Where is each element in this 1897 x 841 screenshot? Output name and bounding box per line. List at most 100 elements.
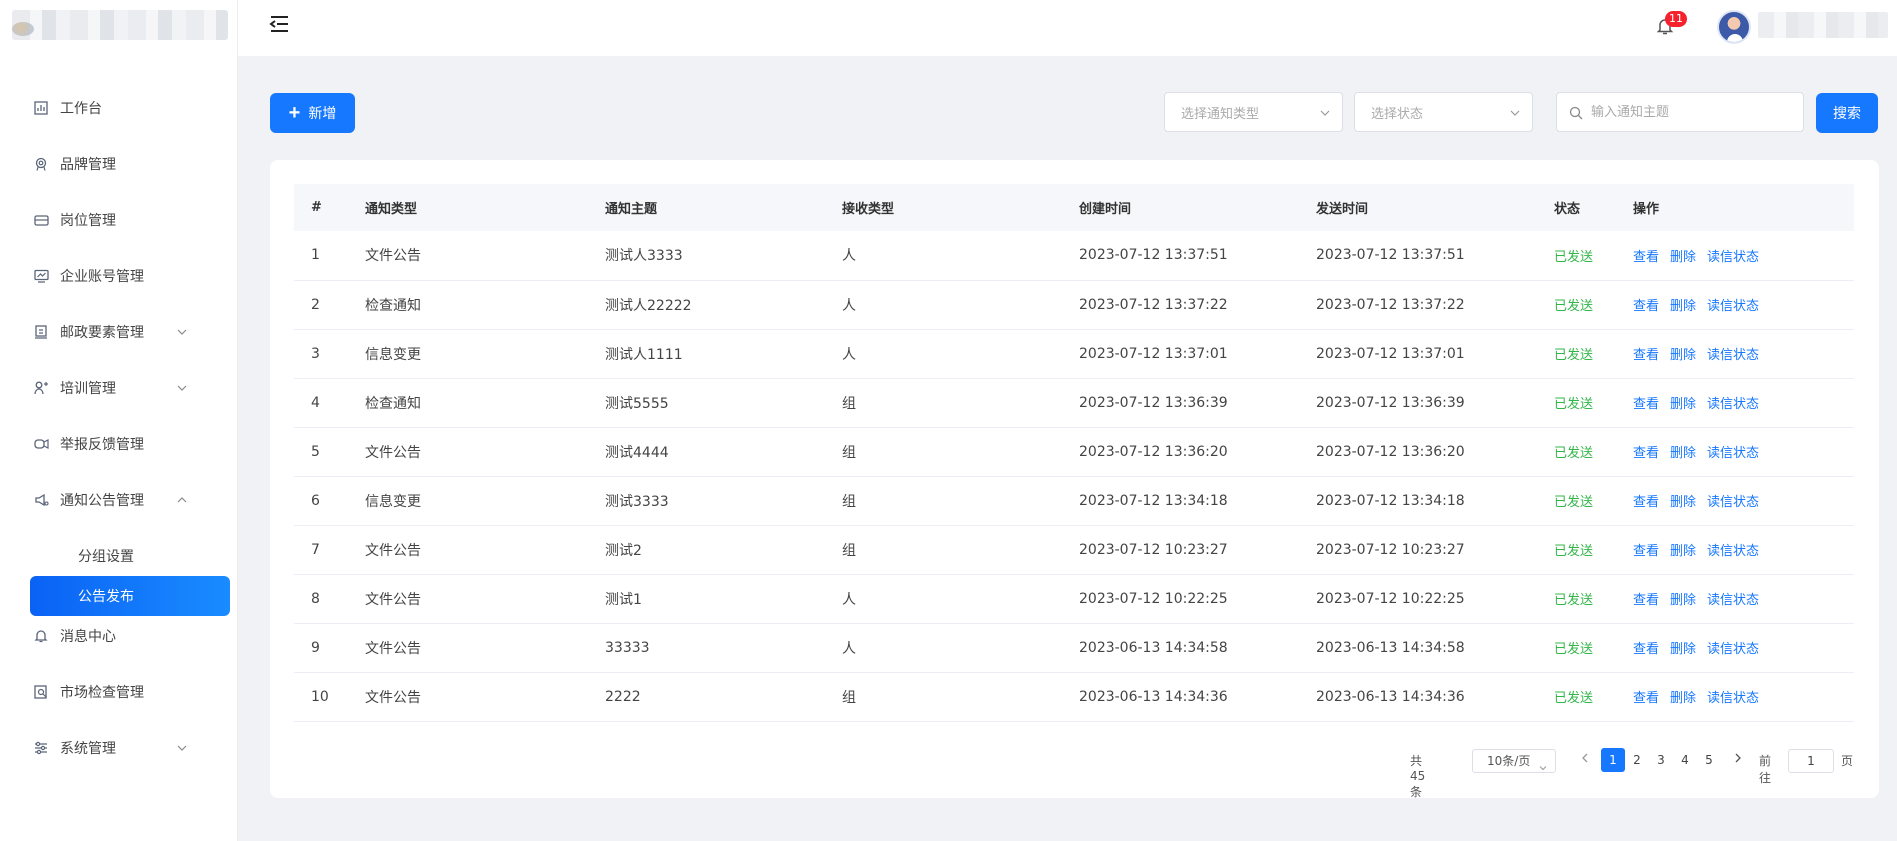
notification-badge: 11 bbox=[1665, 11, 1687, 27]
read-status-link[interactable]: 读信状态 bbox=[1707, 544, 1759, 559]
read-status-link[interactable]: 读信状态 bbox=[1707, 642, 1759, 657]
cell-index-cell: 5 bbox=[294, 427, 365, 476]
read-status-link[interactable]: 读信状态 bbox=[1707, 495, 1759, 510]
cell-actions: 查看 删除 读信状态 bbox=[1633, 672, 1854, 721]
cell-status-cell: 已发送 bbox=[1554, 623, 1633, 672]
read-status-link[interactable]: 读信状态 bbox=[1707, 299, 1759, 314]
delete-link[interactable]: 删除 bbox=[1670, 397, 1696, 412]
cell-receiver-type-cell: 组 bbox=[842, 476, 1079, 525]
delete-link[interactable]: 删除 bbox=[1670, 691, 1696, 706]
cell-receiver-type: 人 bbox=[842, 591, 856, 608]
sidebar-subitem-label: 公告发布 bbox=[78, 589, 134, 605]
username-blurred[interactable] bbox=[1758, 12, 1888, 38]
sidebar-item-workbench[interactable]: 工作台 bbox=[0, 88, 238, 128]
view-link[interactable]: 查看 bbox=[1633, 299, 1659, 314]
sidebar-item-market-inspection[interactable]: 市场检查管理 bbox=[0, 672, 238, 712]
cell-receiver-type: 组 bbox=[842, 542, 856, 559]
read-status-link[interactable]: 读信状态 bbox=[1707, 348, 1759, 363]
cell-receiver-type-cell: 人 bbox=[842, 280, 1079, 329]
sidebar-item-enterprise-account[interactable]: 企业账号管理 bbox=[0, 256, 238, 296]
read-status-link[interactable]: 读信状态 bbox=[1707, 691, 1759, 706]
page-number[interactable]: 5 bbox=[1697, 748, 1721, 772]
read-status-link[interactable]: 读信状态 bbox=[1707, 593, 1759, 608]
menu-fold-icon[interactable] bbox=[268, 14, 290, 34]
cell-subject-cell: 测试3333 bbox=[605, 476, 842, 525]
search-button[interactable]: 搜索 bbox=[1816, 93, 1878, 133]
read-status-link[interactable]: 读信状态 bbox=[1707, 250, 1759, 265]
sidebar-item-announcement[interactable]: 通知公告管理 bbox=[0, 480, 238, 520]
notice-type-select[interactable]: 选择通知类型 bbox=[1164, 92, 1343, 132]
sidebar-item-brand[interactable]: 品牌管理 bbox=[0, 144, 238, 184]
view-link[interactable]: 查看 bbox=[1633, 397, 1659, 412]
cell-subject-cell: 测试人22222 bbox=[605, 280, 842, 329]
cell-notice-type: 文件公告 bbox=[365, 248, 421, 265]
page-number[interactable]: 2 bbox=[1625, 748, 1649, 772]
delete-link[interactable]: 删除 bbox=[1670, 348, 1696, 363]
delete-link[interactable]: 删除 bbox=[1670, 642, 1696, 657]
view-link[interactable]: 查看 bbox=[1633, 642, 1659, 657]
page-size-select[interactable]: 10条/页 bbox=[1472, 749, 1556, 773]
cell-subject: 测试人22222 bbox=[605, 297, 692, 314]
sidebar-item-report-feedback[interactable]: 举报反馈管理 bbox=[0, 424, 238, 464]
cell-sent-time: 2023-06-13 14:34:58 bbox=[1316, 639, 1465, 656]
sidebar-item-label: 品牌管理 bbox=[60, 157, 116, 173]
cell-index: 1 bbox=[311, 247, 320, 264]
view-link[interactable]: 查看 bbox=[1633, 544, 1659, 559]
delete-link[interactable]: 删除 bbox=[1670, 495, 1696, 510]
read-status-link[interactable]: 读信状态 bbox=[1707, 446, 1759, 461]
column-header: 操作 bbox=[1633, 202, 1660, 217]
status-select-placeholder: 选择状态 bbox=[1371, 106, 1424, 122]
view-link[interactable]: 查看 bbox=[1633, 593, 1659, 608]
cell-receiver-type: 组 bbox=[842, 444, 856, 461]
view-link[interactable]: 查看 bbox=[1633, 446, 1659, 461]
cell-status: 已发送 bbox=[1554, 593, 1594, 608]
sidebar-item-system[interactable]: 系统管理 bbox=[0, 728, 238, 768]
table-row: 3 信息变更 测试人1111 人 2023-07-12 13:37:01 2023-07-… bbox=[294, 329, 1854, 378]
add-button[interactable]: + 新增 bbox=[270, 93, 355, 133]
cell-status: 已发送 bbox=[1554, 691, 1594, 706]
view-link[interactable]: 查看 bbox=[1633, 691, 1659, 706]
bell-icon bbox=[33, 628, 49, 644]
page-number[interactable]: 1 bbox=[1601, 748, 1625, 772]
avatar[interactable] bbox=[1717, 10, 1751, 44]
sidebar-item-training[interactable]: 培训管理 bbox=[0, 368, 238, 408]
cell-subject: 测试人3333 bbox=[605, 248, 683, 265]
cell-actions: 查看 删除 读信状态 bbox=[1633, 280, 1854, 329]
view-link[interactable]: 查看 bbox=[1633, 250, 1659, 265]
delete-link[interactable]: 删除 bbox=[1670, 446, 1696, 461]
cell-created-time: 2023-07-12 13:36:39 bbox=[1079, 394, 1228, 411]
cell-created-time: 2023-06-13 14:34:36 bbox=[1079, 688, 1228, 705]
cell-subject: 测试4444 bbox=[605, 444, 669, 461]
search-input[interactable] bbox=[1591, 101, 1791, 123]
cell-status: 已发送 bbox=[1554, 249, 1594, 265]
delete-link[interactable]: 删除 bbox=[1670, 299, 1696, 314]
cell-receiver-type-cell: 人 bbox=[842, 623, 1079, 672]
logo[interactable] bbox=[12, 10, 228, 40]
sidebar-item-message-center[interactable]: 消息中心 bbox=[0, 616, 238, 656]
next-page-icon[interactable] bbox=[1732, 752, 1746, 766]
page-number[interactable]: 4 bbox=[1673, 748, 1697, 772]
cell-sent-time: 2023-07-12 13:34:18 bbox=[1316, 492, 1465, 509]
sidebar-item-position[interactable]: 岗位管理 bbox=[0, 200, 238, 240]
sidebar-subitem-group-settings[interactable]: 分组设置 bbox=[30, 536, 230, 576]
view-link[interactable]: 查看 bbox=[1633, 495, 1659, 510]
sidebar-item-label: 工作台 bbox=[60, 101, 102, 117]
sidebar-item-postal-elements[interactable]: 邮政要素管理 bbox=[0, 312, 238, 352]
delete-link[interactable]: 删除 bbox=[1670, 544, 1696, 559]
view-link[interactable]: 查看 bbox=[1633, 348, 1659, 363]
goto-page-input[interactable]: 1 bbox=[1788, 749, 1834, 773]
cell-subject: 测试人1111 bbox=[605, 346, 683, 363]
prev-page-icon[interactable] bbox=[1579, 752, 1593, 766]
delete-link[interactable]: 删除 bbox=[1670, 593, 1696, 608]
sidebar-item-label: 市场检查管理 bbox=[60, 685, 144, 701]
delete-link[interactable]: 删除 bbox=[1670, 250, 1696, 265]
read-status-link[interactable]: 读信状态 bbox=[1707, 397, 1759, 412]
cell-notice-type-cell: 文件公告 bbox=[365, 672, 605, 721]
cell-receiver-type-cell: 组 bbox=[842, 427, 1079, 476]
status-select[interactable]: 选择状态 bbox=[1354, 92, 1533, 132]
inspection-icon bbox=[33, 684, 49, 700]
search-field[interactable] bbox=[1556, 92, 1804, 132]
page-number[interactable]: 3 bbox=[1649, 748, 1673, 772]
training-icon bbox=[33, 380, 49, 396]
sidebar-subitem-announcement-publish[interactable]: 公告发布 bbox=[30, 576, 230, 616]
